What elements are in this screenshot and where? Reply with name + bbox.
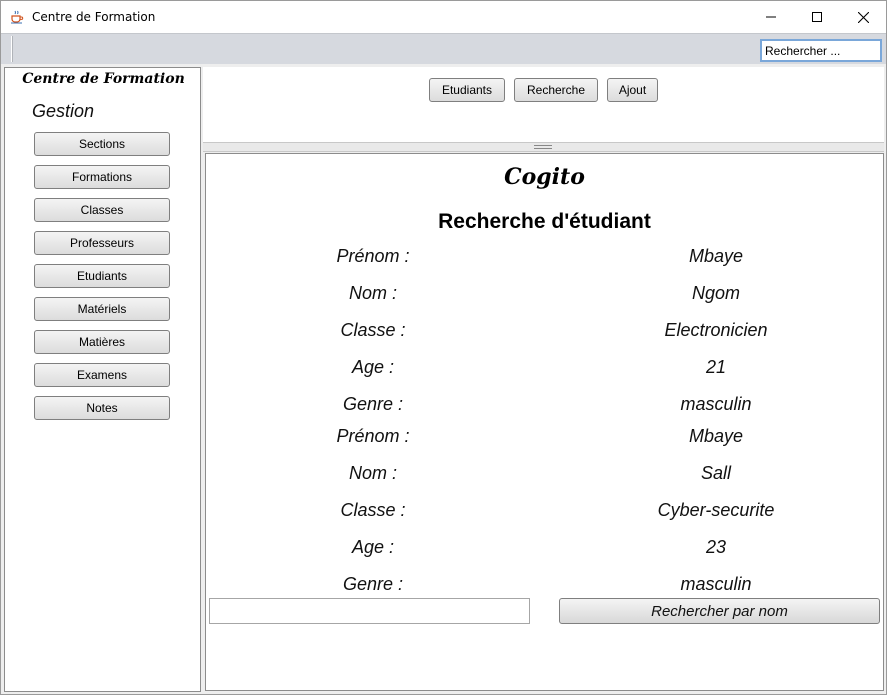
sidebar: Centre de Formation Gestion Sections For…	[4, 67, 201, 692]
minimize-icon	[766, 16, 776, 18]
prenom-label: Prénom :	[336, 426, 410, 446]
search-by-name-button[interactable]: Rechercher par nom	[559, 598, 880, 624]
page-title: Recherche d'étudiant	[438, 210, 651, 233]
sidebar-item-examens[interactable]: Examens	[34, 363, 170, 387]
classe-label: Classe :	[340, 500, 406, 520]
cogito-logo: Cogito	[504, 164, 585, 190]
ajout-button[interactable]: Ajout	[607, 78, 658, 102]
nom-label: Nom :	[348, 463, 397, 483]
nom-value: Ngom	[691, 283, 740, 303]
global-search-input[interactable]	[760, 39, 882, 62]
title-bar: Centre de Formation	[1, 1, 886, 33]
classe-value: Cyber-securite	[657, 500, 775, 520]
close-icon	[857, 11, 869, 23]
top-nav-panel: Etudiants Recherche Ajout	[203, 67, 884, 142]
sidebar-item-classes[interactable]: Classes	[34, 198, 170, 222]
sidebar-item-notes[interactable]: Notes	[34, 396, 170, 420]
age-value: 21	[705, 357, 727, 377]
age-value: 23	[705, 537, 727, 557]
age-label: Age :	[351, 357, 395, 377]
toolbar-grip[interactable]	[11, 36, 13, 62]
sidebar-item-materiels[interactable]: Matériels	[34, 297, 170, 321]
genre-label: Genre :	[342, 394, 404, 414]
age-label: Age :	[351, 537, 395, 557]
app-window: Centre de Formation Centre de Formation …	[0, 0, 887, 695]
sidebar-item-etudiants[interactable]: Etudiants	[34, 264, 170, 288]
window-title: Centre de Formation	[32, 10, 156, 24]
sidebar-brand: Centre de Formation	[22, 71, 185, 87]
prenom-value: Mbaye	[688, 246, 744, 266]
sidebar-item-professeurs[interactable]: Professeurs	[34, 231, 170, 255]
prenom-value: Mbaye	[688, 426, 744, 446]
name-search-input[interactable]	[209, 598, 530, 624]
recherche-button[interactable]: Recherche	[514, 78, 598, 102]
genre-value: masculin	[680, 394, 752, 414]
minimize-button[interactable]	[748, 1, 794, 33]
etudiants-button[interactable]: Etudiants	[429, 78, 505, 102]
genre-value: masculin	[680, 574, 752, 594]
split-pane-divider[interactable]	[203, 142, 884, 152]
sidebar-item-formations[interactable]: Formations	[34, 165, 170, 189]
classe-value: Electronicien	[664, 320, 768, 340]
java-cup-icon	[11, 10, 24, 24]
close-button[interactable]	[840, 1, 886, 33]
genre-label: Genre :	[342, 574, 404, 594]
maximize-button[interactable]	[794, 1, 840, 33]
sidebar-section-title: Gestion	[32, 101, 95, 121]
nom-label: Nom :	[348, 283, 397, 303]
sidebar-item-matieres[interactable]: Matières	[34, 330, 170, 354]
maximize-icon	[812, 12, 822, 22]
search-panel: Cogito Recherche d'étudiant Prénom : Mba…	[205, 153, 884, 691]
sidebar-item-sections[interactable]: Sections	[34, 132, 170, 156]
prenom-label: Prénom :	[336, 246, 410, 266]
divider-grip-icon	[534, 145, 552, 149]
toolbar	[1, 33, 886, 64]
nom-value: Sall	[700, 463, 731, 483]
classe-label: Classe :	[340, 320, 406, 340]
